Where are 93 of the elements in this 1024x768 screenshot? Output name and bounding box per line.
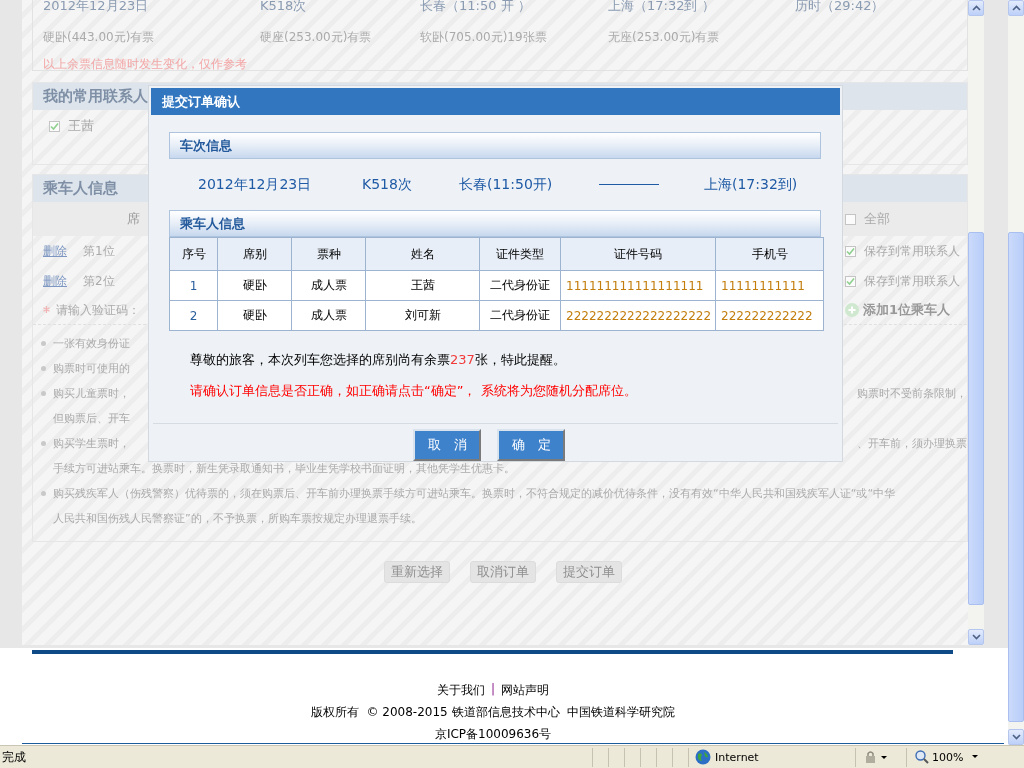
notice-text: 购买学生票时， [53,436,130,451]
dialog-button[interactable]: 取 消 [413,429,481,461]
zoom-icon[interactable] [915,750,929,764]
checkbox[interactable] [845,275,856,287]
column-header: 证件号码 [560,237,716,271]
availability-note: 以上余票信息随时发生变化，仅作参考 [43,56,248,73]
table-cell: 二代身份证 [479,270,561,301]
table-cell: 硬卧 [217,270,292,301]
icp-license: 京ICP备10009636号 [434,726,552,743]
scroll-up-button[interactable] [968,0,984,16]
scroll-down-button[interactable] [1008,729,1024,745]
table-cell: 2222222222222222222 [560,300,716,331]
notice-text: 手续方可进站乘车。换票时，新生凭录取通知书，毕业生凭学校书面证明，其他凭学生优惠卡。 [53,461,515,476]
action-button[interactable]: 取消订单 [470,561,536,583]
contact-name: 王茜 [68,117,94,135]
arrival-station: 上海(17:32到) [704,175,799,194]
security-zone: Internet [715,750,759,764]
caret-up-icon [971,5,981,11]
checkbox[interactable] [49,120,60,132]
departure-station: 长春（11:50 开 ） [420,0,532,12]
table-cell: 111111111111111111 [560,270,716,301]
table-cell: 二代身份证 [479,300,561,331]
select-all-label: 全部 [864,210,890,228]
table-cell: 硬卧 [217,300,292,331]
checkbox[interactable] [845,213,856,225]
travel-duration: 历时（29:42） [795,0,886,12]
dialog-title: 提交订单确认 [151,88,840,115]
action-button[interactable]: 重新选择 [384,561,450,583]
route-line [599,184,659,185]
notice-text: 购买儿童票时， [53,386,130,401]
column-header: 席别 [217,237,292,271]
seat-availability: 硬卧(443.00元)有票 [43,31,156,43]
caret-up-icon [1011,5,1021,11]
lock-icon[interactable] [864,750,888,764]
column-header: 票种 [291,237,366,271]
column-header: 序号 [169,237,218,271]
table-cell: 成人票 [291,270,366,301]
notice-text: 但购票后、开车 [53,411,130,426]
table-cell: 222222222222 [715,300,824,331]
save-contact-label: 保存到常用联系人 [864,272,960,290]
captcha-label: 请输入验证码： [56,301,140,319]
passenger-position: 第1位 [83,242,115,260]
footer-link[interactable]: 关于我们 [436,682,485,699]
caret-down-icon [1011,734,1021,740]
seat-availability: 硬座(253.00元)有票 [260,31,373,43]
section-header: 乘车人信息 [169,210,821,237]
train-date: 2012年12月23日 [198,175,313,194]
action-button[interactable]: 提交订单 [556,561,622,583]
departure-station: 长春(11:50开) [459,175,554,194]
separator: | [490,682,495,698]
delete-link[interactable]: 删除 [43,242,67,260]
notice-text: 购买残疾军人（伤残警察）优待票的，须在购票后、开车前办理换票手续方可进站乘车。换票时，不符合规定的减价优待条件，没有有效“中华人民共和国残疾军人证“或“中华 [53,486,896,501]
seat-availability: 软卧(705.00元)19张票 [420,31,548,43]
notice-text: 、开车前，须办理换票 [857,436,967,451]
globe-icon [695,749,711,765]
notice-text: 购票时不受前条限制， [857,386,967,401]
footer-link[interactable]: 网站声明 [501,682,549,699]
section-title: 我的常用联系人 [43,87,148,106]
copyright-text: 版权所有 © 2008-2015 铁道部信息技术中心 中国铁道科学研究院 [310,704,676,721]
arrival-station: 上海（17:32到 ） [608,0,716,12]
table-cell: 11111111111 [715,270,824,301]
scroll-up-button[interactable] [1008,0,1024,16]
passenger-position: 第2位 [83,272,115,290]
add-passenger-link[interactable]: 添加1位乘车人 [863,301,951,319]
remaining-tickets-notice: 尊敬的旅客，本次列车您选择的席别尚有余票237张，特此提醒。 [189,351,567,369]
column-header: 证件类型 [479,237,561,271]
section-header: 车次信息 [169,132,821,159]
caret-down-icon [971,634,981,640]
section-title: 乘车人信息 [43,179,118,198]
notice-text: 购票时可使用的 [53,361,130,376]
scrollbar-thumb[interactable] [1008,232,1024,722]
column-header: 姓名 [365,237,480,271]
zoom-level: 100% [932,750,964,764]
table-cell: 王茜 [365,270,480,301]
confirmation-warning: 请确认订单信息是否正确，如正确请点击“确定”， 系统将为您随机分配席位。 [189,382,638,400]
table-cell: 成人票 [291,300,366,331]
delete-link[interactable]: 删除 [43,272,67,290]
train-date: 2012年12月23日 [43,0,150,12]
scroll-down-button[interactable] [968,629,984,645]
seat-availability: 无座(253.00元)有票 [608,31,721,43]
save-contact-label: 保存到常用联系人 [864,242,960,260]
checkbox[interactable] [845,245,856,257]
column-header: 手机号 [715,237,824,271]
column-header: 席 [127,210,140,228]
dialog-button[interactable]: 确 定 [497,429,565,461]
notice-text: 人民共和国伤残人民警察证”的，不予换票，所购车票按规定办理退票手续。 [53,511,422,526]
status-text: 完成 [1,748,27,766]
table-cell: 2 [169,300,218,331]
table-cell: 刘可新 [365,300,480,331]
scrollbar-thumb[interactable] [968,232,984,605]
table-cell: 1 [169,270,218,301]
train-number: K518次 [260,0,308,12]
train-number: K518次 [362,175,413,194]
